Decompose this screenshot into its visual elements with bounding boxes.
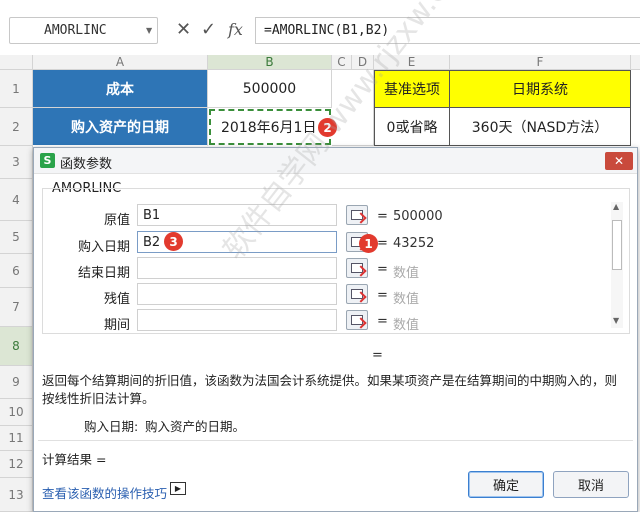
close-button[interactable]: ✕ [605, 152, 633, 170]
formula-result-equals: = [372, 348, 383, 363]
arg-label-salvage: 残值 [103, 292, 130, 307]
video-tutorial-icon[interactable]: ▶ [170, 482, 186, 495]
arg-label-date-purchased: 购入日期 [77, 240, 130, 255]
arg-result-salvage: 数值 [393, 292, 420, 307]
equals-sign: = [377, 314, 388, 329]
cancel-icon[interactable]: ✕ [176, 19, 191, 40]
collapse-dialog-button[interactable] [346, 258, 368, 278]
scrollbar-thumb[interactable] [612, 220, 622, 270]
row-header-2[interactable]: 2 [0, 108, 33, 146]
cell-a1[interactable]: 成本 [33, 70, 208, 108]
arg-label-end-date: 结束日期 [77, 266, 130, 281]
confirm-icon[interactable]: ✓ [201, 19, 216, 40]
equals-sign: = [377, 262, 388, 277]
divider [38, 440, 633, 441]
function-arguments-dialog: S 函数参数 ✕ AMORLINC 原值 B1 = 500000 购入日期 B2… [33, 147, 638, 512]
row-header-3[interactable]: 3 [0, 146, 33, 179]
calculation-result-label: 计算结果 = [42, 452, 107, 467]
chevron-down-icon[interactable]: ▼ [146, 26, 152, 35]
step-badge-3: 3 [164, 232, 183, 251]
column-header-a[interactable]: A [33, 55, 208, 70]
row-header-11[interactable]: 11 [0, 426, 33, 451]
row-header-1[interactable]: 1 [0, 70, 33, 108]
select-all-corner[interactable] [0, 55, 33, 70]
column-header-e[interactable]: E [374, 55, 450, 70]
function-description: 返回每个结算期间的折旧值，该函数为法国会计系统提供。如果某项资产是在结算期间的中… [42, 373, 618, 406]
fx-icon[interactable]: fx [228, 20, 243, 39]
cell-c1[interactable] [332, 70, 374, 146]
cancel-button[interactable]: 取消 [553, 471, 629, 498]
help-link[interactable]: 查看该函数的操作技巧 [42, 483, 167, 502]
scroll-up-icon[interactable]: ▲ [613, 202, 619, 211]
row-header-7[interactable]: 7 [0, 288, 33, 327]
cell-a2[interactable]: 购入资产的日期 [33, 108, 208, 146]
row-header-4[interactable]: 4 [0, 179, 33, 221]
column-header-d[interactable]: D [352, 55, 374, 70]
arg-result-cost: 500000 [393, 209, 443, 224]
row-header-10[interactable]: 10 [0, 399, 33, 426]
collapse-dialog-button[interactable] [346, 205, 368, 225]
row-header-8[interactable]: 8 [0, 327, 33, 366]
dialog-title: 函数参数 [60, 157, 113, 172]
arg-label-period: 期间 [103, 318, 130, 333]
cell-b1[interactable]: 500000 [208, 70, 332, 108]
arg-input-period[interactable] [137, 309, 337, 331]
step-badge-2: 2 [318, 118, 337, 137]
row-header-9[interactable]: 9 [0, 366, 33, 399]
arg-result-period: 数值 [393, 318, 420, 333]
cell-f2[interactable]: 360天（NASD方法） [450, 108, 631, 146]
column-header-c[interactable]: C [332, 55, 352, 70]
name-box[interactable]: AMORLINC ▼ [9, 17, 158, 44]
collapse-dialog-button[interactable] [346, 310, 368, 330]
collapse-dialog-button[interactable] [346, 284, 368, 304]
column-header-f[interactable]: F [450, 55, 631, 70]
equals-sign: = [377, 236, 388, 251]
row-header-13[interactable]: 13 [0, 478, 33, 512]
step-badge-1: 1 [359, 234, 378, 253]
arg-input-end-date[interactable] [137, 257, 337, 279]
row-header-5[interactable]: 5 [0, 221, 33, 254]
cell-e2[interactable]: 0或省略 [374, 108, 450, 146]
equals-sign: = [377, 288, 388, 303]
formula-input[interactable]: =AMORLINC(B1,B2) [255, 17, 640, 44]
formula-text: =AMORLINC(B1,B2) [264, 23, 390, 38]
arg-label-cost: 原值 [103, 213, 130, 228]
row-header-12[interactable]: 12 [0, 451, 33, 478]
name-box-value: AMORLINC [44, 23, 107, 38]
dialog-titlebar[interactable]: S 函数参数 ✕ [34, 148, 637, 174]
arg-help-label: 购入日期: [84, 419, 139, 434]
arg-help-text: 购入资产的日期。 [145, 419, 246, 434]
formula-bar: AMORLINC ▼ ✕ ✓ fx =AMORLINC(B1,B2) [0, 0, 640, 55]
scroll-down-icon[interactable]: ▼ [613, 316, 619, 325]
equals-sign: = [377, 209, 388, 224]
row-header-6[interactable]: 6 [0, 254, 33, 288]
arg-input-salvage[interactable] [137, 283, 337, 305]
arg-result-date-purchased: 43252 [393, 236, 435, 251]
cell-e1[interactable]: 基准选项 [374, 70, 450, 108]
arg-result-end-date: 数值 [393, 266, 420, 281]
cell-f1[interactable]: 日期系统 [450, 70, 631, 108]
arg-input-cost[interactable]: B1 [137, 204, 337, 226]
close-icon: ✕ [613, 154, 625, 168]
arguments-scrollbar[interactable]: ▲ ▼ [611, 202, 623, 328]
cell-b2[interactable]: 2018年6月1日 [209, 109, 331, 145]
column-header-more [631, 55, 640, 70]
ok-button[interactable]: 确定 [468, 471, 544, 498]
wps-sheet-icon: S [40, 153, 55, 168]
column-header-b[interactable]: B [208, 55, 332, 70]
